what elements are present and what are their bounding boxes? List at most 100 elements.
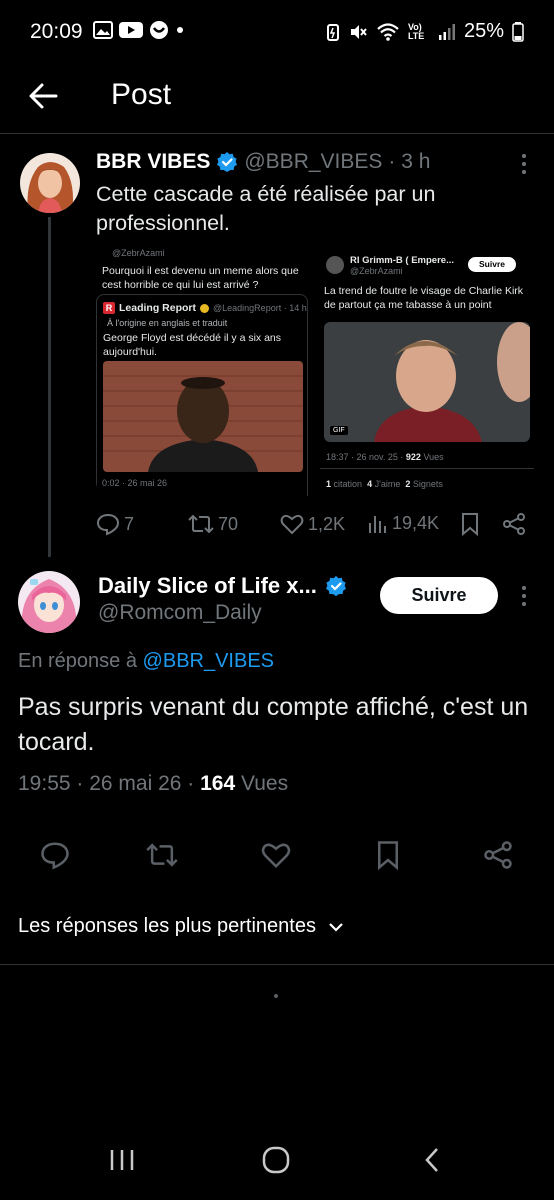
right-follow-button: Suivre xyxy=(468,257,516,272)
reply-reply-button[interactable] xyxy=(40,840,70,875)
author-name[interactable]: BBR VIBES xyxy=(96,150,210,174)
tweet-media[interactable]: @ZebrAzami Pourquoi il est devenu un mem… xyxy=(96,246,538,496)
bookmark-icon xyxy=(378,841,398,871)
left-top-handle: @ZebrAzami xyxy=(112,248,165,258)
right-citation-label: citation xyxy=(333,479,363,489)
repost-count: 70 xyxy=(218,513,239,534)
left-tweet-text: Pourquoi il est devenu un meme alors que… xyxy=(102,265,299,291)
right-bookmarks-label: Signets xyxy=(412,479,443,489)
reply-bookmark-button[interactable] xyxy=(375,840,401,875)
battery-saver-icon xyxy=(326,23,339,41)
verified-badge-icon xyxy=(325,576,346,596)
status-right: Vo) LTE 25% xyxy=(326,20,524,43)
reply-more-button[interactable] xyxy=(520,584,528,608)
translated-note: À l'origine en anglais et traduit xyxy=(107,318,228,328)
verified-badge-icon xyxy=(217,152,238,172)
author-handle[interactable]: @BBR_VIBES xyxy=(244,150,382,174)
battery-icon xyxy=(512,21,524,42)
share-icon xyxy=(484,841,512,869)
quoted-tweet-card: R Leading Report @LeadingReport · 14 h À… xyxy=(96,294,308,496)
back-button[interactable] xyxy=(26,78,62,114)
quoted-verified-icon xyxy=(200,303,210,313)
youtube-icon xyxy=(119,22,143,38)
sort-label: Les réponses les plus pertinentes xyxy=(18,915,316,937)
reply-author-name-row[interactable]: Daily Slice of Life x... xyxy=(98,573,347,599)
reply-icon xyxy=(96,513,120,536)
right-avatar xyxy=(326,256,344,274)
share-button[interactable] xyxy=(502,512,526,536)
avatar-image xyxy=(20,153,80,213)
quoted-handle: @LeadingReport · 14 h xyxy=(213,303,307,313)
bookmark-icon xyxy=(462,513,478,536)
reply-author-avatar[interactable] xyxy=(18,571,80,633)
right-meta-line: 18:37 · 26 nov. 25 · 922 Vues xyxy=(326,452,444,462)
right-meta: 18:37 · 26 nov. 25 · xyxy=(326,452,404,462)
more-vertical-icon xyxy=(522,154,526,174)
reply-like-button[interactable] xyxy=(261,840,291,875)
reply-icon xyxy=(41,842,69,870)
reply-time: 19:55 · 26 mai 26 · xyxy=(18,772,195,795)
like-button[interactable]: 1,2K xyxy=(280,512,345,536)
status-bar: 20:09 Vo) LTE 25% xyxy=(0,0,554,60)
reply-button[interactable]: 7 xyxy=(96,512,134,536)
recent-apps-button[interactable] xyxy=(108,1148,136,1177)
right-citation-count: 1 xyxy=(326,479,332,489)
chevron-left-icon xyxy=(425,1148,438,1172)
repost-button[interactable]: 70 xyxy=(188,512,238,536)
bookmark-button[interactable] xyxy=(460,512,480,536)
reply-author-handle[interactable]: @Romcom_Daily xyxy=(98,601,262,625)
quoted-photo xyxy=(103,361,303,472)
nav-back-button[interactable] xyxy=(422,1146,442,1179)
reply-to-link[interactable]: @BBR_VIBES xyxy=(143,650,274,672)
views-count: 19,4K xyxy=(392,512,440,533)
reply-count: 7 xyxy=(124,513,135,534)
reply-context: En réponse à @BBR_VIBES xyxy=(18,650,274,673)
right-tweet-text: La trend de foutre le visage de Charlie … xyxy=(324,285,524,311)
home-button[interactable] xyxy=(262,1146,290,1179)
analytics-icon xyxy=(369,516,386,533)
sort-replies-dropdown[interactable]: Les réponses les plus pertinentes xyxy=(18,915,344,938)
reply-meta: 19:55 · 26 mai 26 · 164 Vues xyxy=(18,772,288,796)
gif-image: GIF xyxy=(324,322,530,442)
network-type: Vo) LTE xyxy=(407,21,425,41)
tweet-more-button[interactable] xyxy=(520,152,528,176)
more-notifications-icon xyxy=(177,27,183,33)
tweet-text: Cette cascade a été réalisée par un prof… xyxy=(96,182,436,235)
tweet-actions: 7 70 1,2K 19,4K xyxy=(96,512,536,540)
reply-text: Pas surpris venant du compte affiché, c'… xyxy=(18,693,529,756)
section-divider xyxy=(0,964,554,965)
author-avatar[interactable] xyxy=(20,153,80,213)
like-count: 1,2K xyxy=(308,513,346,534)
right-likes-count: 4 xyxy=(367,479,373,489)
right-views-label: Vues xyxy=(423,452,444,462)
heart-icon xyxy=(261,843,291,869)
reply-views-count: 164 xyxy=(200,772,236,795)
reply-actions xyxy=(0,836,554,876)
reply-views-label: Vues xyxy=(241,772,289,795)
app-notification-icon xyxy=(150,21,168,39)
reply-author-name: Daily Slice of Life x... xyxy=(98,573,317,598)
media-screenshot-right[interactable]: RI Grimm-B ( Empere... @ZebrAzami Suivre… xyxy=(320,246,538,496)
right-likes-label: J'aime xyxy=(374,479,401,489)
recent-apps-icon xyxy=(110,1150,134,1170)
arrow-left-icon xyxy=(29,83,58,109)
share-icon xyxy=(503,513,525,535)
leading-report-logo-icon: R xyxy=(103,302,115,314)
gif-badge: GIF xyxy=(330,426,348,435)
mute-icon xyxy=(350,24,367,39)
media-screenshot-left[interactable]: @ZebrAzami Pourquoi il est devenu un mem… xyxy=(96,246,314,496)
page-title: Post xyxy=(111,78,172,111)
reply-repost-button[interactable] xyxy=(146,840,178,875)
right-divider xyxy=(320,468,534,469)
views-button[interactable]: 19,4K xyxy=(368,512,439,534)
right-views: 922 xyxy=(405,452,421,462)
system-nav-bar xyxy=(0,1120,554,1200)
repost-icon xyxy=(146,843,178,867)
reply-share-button[interactable] xyxy=(483,840,513,875)
reply-avatar-image xyxy=(18,571,80,633)
quoted-name: Leading Report xyxy=(119,302,197,314)
right-handle: @ZebrAzami xyxy=(350,266,403,276)
follow-button[interactable]: Suivre xyxy=(380,577,498,614)
quoted-text: George Floyd est décédé il y a six ans a… xyxy=(103,332,282,358)
tweet-time: · 3 h xyxy=(388,150,431,173)
